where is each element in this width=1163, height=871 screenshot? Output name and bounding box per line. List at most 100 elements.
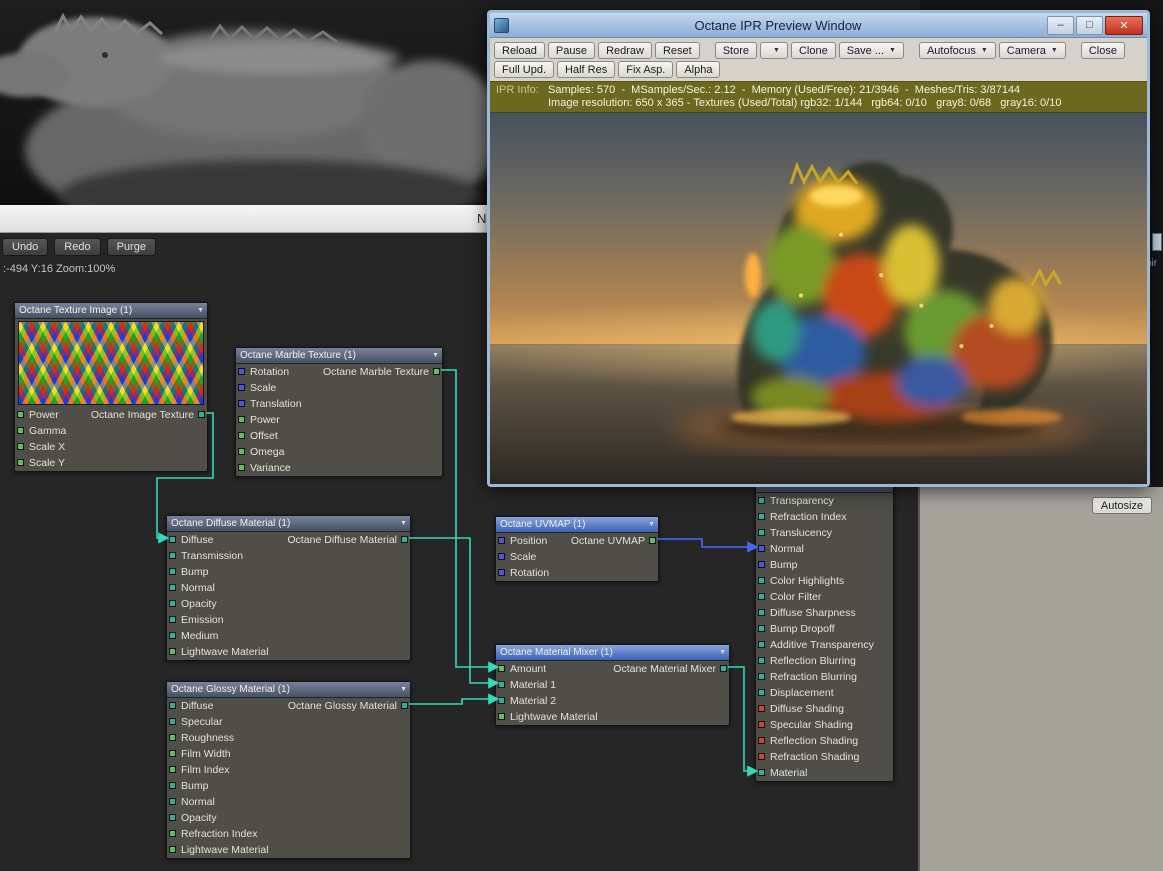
toolbar-button-pause[interactable]: Pause (547, 42, 596, 59)
input-port[interactable] (169, 536, 176, 543)
toolbar-button-reload[interactable]: Reload (494, 42, 545, 59)
render-preview[interactable] (490, 113, 1147, 484)
node-titlebar[interactable]: Octane Glossy Material (1) ▼ (167, 682, 410, 698)
input-port[interactable] (758, 737, 765, 744)
input-port[interactable] (758, 625, 765, 632)
output-port[interactable] (720, 665, 727, 672)
input-port[interactable] (169, 798, 176, 805)
input-port[interactable] (498, 697, 505, 704)
node-octane-glossy-material[interactable]: Octane Glossy Material (1) ▼ Diffuse Octane… (166, 681, 411, 859)
toolbar-button-half-res[interactable]: Half Res (557, 61, 616, 78)
toolbar-button-reset[interactable]: Reset (654, 42, 700, 59)
node-octane-diffuse-material[interactable]: Octane Diffuse Material (1) ▼ Diffuse Octan… (166, 515, 411, 661)
minimize-button[interactable]: – (1047, 15, 1074, 35)
node-material-node[interactable]: ▼TransparencyRefraction IndexTranslucenc… (755, 476, 894, 782)
input-port[interactable] (758, 769, 765, 776)
close-icon[interactable]: ✕ (1105, 15, 1143, 35)
input-port[interactable] (758, 689, 765, 696)
chevron-down-icon[interactable]: ▼ (400, 516, 407, 531)
input-port[interactable] (169, 702, 176, 709)
input-port[interactable] (238, 416, 245, 423)
output-port[interactable] (401, 536, 408, 543)
toolbar-button-close[interactable]: Close (1080, 42, 1125, 59)
input-port[interactable] (169, 552, 176, 559)
chevron-down-icon[interactable]: ▼ (648, 517, 655, 532)
node-titlebar[interactable]: Octane UVMAP (1) ▼ (496, 517, 658, 533)
input-port[interactable] (758, 561, 765, 568)
input-port[interactable] (238, 384, 245, 391)
input-port[interactable] (498, 569, 505, 576)
toolbar-button-dropdown[interactable]: ▼ (760, 42, 788, 59)
output-port[interactable] (433, 368, 440, 375)
input-port[interactable] (758, 577, 765, 584)
node-titlebar[interactable]: Octane Material Mixer (1) ▼ (496, 645, 729, 661)
input-port[interactable] (169, 766, 176, 773)
input-port[interactable] (238, 448, 245, 455)
input-port[interactable] (758, 705, 765, 712)
input-port[interactable] (498, 713, 505, 720)
node-octane-uvmap[interactable]: Octane UVMAP (1) ▼ Position Octane UVMAP Sca… (495, 516, 659, 582)
input-port[interactable] (169, 648, 176, 655)
toolbar-button-full-upd[interactable]: Full Upd. (494, 61, 555, 78)
input-port[interactable] (758, 545, 765, 552)
output-port[interactable] (198, 411, 205, 418)
node-octane-texture-image[interactable]: Octane Texture Image (1) ▼ Power Octane Ima… (14, 302, 208, 472)
input-port[interactable] (758, 673, 765, 680)
input-port[interactable] (498, 553, 505, 560)
input-port[interactable] (17, 411, 24, 418)
input-port[interactable] (17, 459, 24, 466)
chevron-down-icon[interactable]: ▼ (432, 348, 439, 363)
input-port[interactable] (17, 427, 24, 434)
node-titlebar[interactable]: Octane Texture Image (1) ▼ (15, 303, 207, 319)
input-port[interactable] (169, 734, 176, 741)
input-port[interactable] (238, 400, 245, 407)
input-port[interactable] (238, 464, 245, 471)
input-port[interactable] (758, 609, 765, 616)
input-port[interactable] (758, 753, 765, 760)
input-port[interactable] (169, 750, 176, 757)
input-port[interactable] (758, 513, 765, 520)
output-port[interactable] (401, 702, 408, 709)
toolbar-button-store[interactable]: Store (714, 42, 758, 59)
input-port[interactable] (498, 681, 505, 688)
input-port[interactable] (169, 632, 176, 639)
node-octane-marble-texture[interactable]: Octane Marble Texture (1) ▼ Rotation Octane… (235, 347, 443, 477)
toolbar-button-autofocus[interactable]: Autofocus ▼ (918, 42, 996, 59)
window-titlebar[interactable]: Octane IPR Preview Window – □ ✕ (490, 13, 1147, 38)
octane-ipr-preview-window[interactable]: Octane IPR Preview Window – □ ✕ Reload Pa… (487, 10, 1150, 487)
input-port[interactable] (498, 537, 505, 544)
toolbar-button-alpha[interactable]: Alpha (676, 61, 721, 78)
chevron-down-icon[interactable]: ▼ (719, 645, 726, 660)
input-port[interactable] (238, 368, 245, 375)
input-port[interactable] (758, 721, 765, 728)
input-port[interactable] (758, 497, 765, 504)
toolbar-button-camera[interactable]: Camera ▼ (998, 42, 1066, 59)
input-port[interactable] (169, 616, 176, 623)
node-octane-material-mixer[interactable]: Octane Material Mixer (1) ▼ Amount Octane M… (495, 644, 730, 726)
node-titlebar[interactable]: Octane Marble Texture (1) ▼ (236, 348, 442, 364)
chevron-down-icon[interactable]: ▼ (400, 682, 407, 697)
input-port[interactable] (17, 443, 24, 450)
input-port[interactable] (758, 657, 765, 664)
input-port[interactable] (498, 665, 505, 672)
input-port[interactable] (169, 846, 176, 853)
input-port[interactable] (169, 782, 176, 789)
input-port[interactable] (238, 432, 245, 439)
input-port[interactable] (169, 568, 176, 575)
node-titlebar[interactable]: Octane Diffuse Material (1) ▼ (167, 516, 410, 532)
toolbar-button-clone[interactable]: Clone (790, 42, 836, 59)
input-port[interactable] (169, 600, 176, 607)
input-port[interactable] (758, 593, 765, 600)
toolbar-button-redraw[interactable]: Redraw (598, 42, 652, 59)
input-port[interactable] (169, 718, 176, 725)
chevron-down-icon[interactable]: ▼ (197, 303, 204, 318)
input-port[interactable] (169, 584, 176, 591)
input-port[interactable] (758, 529, 765, 536)
output-port[interactable] (649, 537, 656, 544)
input-port[interactable] (169, 814, 176, 821)
input-port[interactable] (169, 830, 176, 837)
toolbar-button-save[interactable]: Save ... ▼ (838, 42, 904, 59)
maximize-button[interactable]: □ (1076, 15, 1103, 35)
toolbar-button-fix-asp[interactable]: Fix Asp. (618, 61, 674, 78)
input-port[interactable] (758, 641, 765, 648)
